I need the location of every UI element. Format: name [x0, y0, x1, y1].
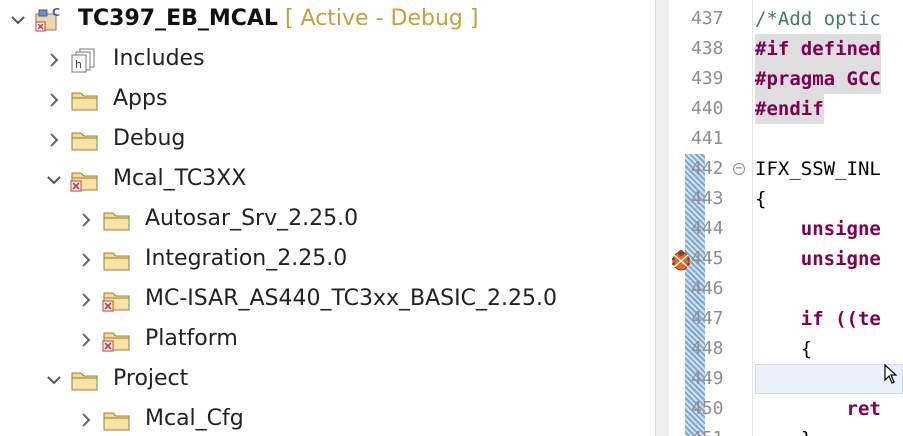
fold-collapse-icon[interactable]: −: [733, 163, 745, 175]
tree-label: Includes: [113, 46, 205, 71]
chevron-right-icon[interactable]: [42, 48, 66, 72]
chevron-right-icon[interactable]: [74, 328, 98, 352]
project-explorer: C TC397_EB_MCAL [ Active - Debug ] h Inc…: [0, 0, 655, 436]
code-text: unsigne: [755, 248, 881, 270]
tree-label: Platform: [145, 326, 238, 351]
folder-icon: [70, 127, 100, 153]
code-text: {: [755, 188, 767, 210]
view-splitter[interactable]: [655, 0, 670, 436]
line-number: 447: [691, 308, 724, 329]
code-text: IFX_SSW_INL: [755, 158, 881, 180]
chevron-down-icon[interactable]: [6, 8, 30, 32]
tree-label: Autosar_Srv_2.25.0: [145, 206, 359, 231]
code-line: 437 /*Add optic: [669, 4, 903, 34]
line-number: 445: [691, 248, 724, 269]
project-build-state: [ Active - Debug ]: [284, 6, 479, 31]
chevron-right-icon[interactable]: [74, 288, 98, 312]
code-line: 442 IFX_SSW_INL: [669, 154, 903, 184]
line-number: 444: [691, 218, 724, 239]
line-number: 446: [691, 278, 724, 299]
code-line: 448 {: [669, 334, 903, 364]
code-text: {: [755, 338, 813, 360]
line-number: 449: [691, 368, 724, 389]
folder-error-icon: [102, 327, 132, 353]
code-text: unsigne: [755, 218, 881, 240]
mouse-pointer-icon: [884, 363, 898, 384]
tree-label: Project: [113, 366, 189, 391]
includes-icon: h: [70, 47, 100, 73]
code-line: 446: [669, 274, 903, 304]
chevron-right-icon[interactable]: [74, 408, 98, 432]
code-line: 447 if ((te: [669, 304, 903, 334]
line-number: 438: [691, 38, 724, 59]
line-number: 443: [691, 188, 724, 209]
folder-icon: [102, 247, 132, 273]
tree-label: Mcal_TC3XX: [113, 166, 247, 191]
chevron-down-icon[interactable]: [42, 368, 66, 392]
svg-text:C: C: [52, 6, 60, 19]
code-line: 450 ret: [669, 394, 903, 424]
folder-error-icon: [70, 167, 100, 193]
breakpoint-marker-icon[interactable]: [669, 247, 691, 273]
code-text: if ((te: [755, 308, 881, 330]
folder-icon: [70, 367, 100, 393]
tree-label: Debug: [113, 126, 186, 151]
c-project-icon: C: [34, 6, 64, 32]
tree-label: Mcal_Cfg: [145, 406, 244, 431]
code-line: 443 {: [669, 184, 903, 214]
code-text: #pragma GCC: [755, 64, 881, 94]
code-line: 439 #pragma GCC: [669, 64, 903, 94]
code-editor[interactable]: 437 /*Add optic 438 #if defined 439 #pra…: [669, 0, 903, 436]
folder-icon: [102, 207, 132, 233]
code-line: 451 }: [669, 424, 903, 436]
line-number: 442: [691, 158, 724, 179]
code-line: 449: [669, 364, 903, 394]
code-text: #endif: [755, 94, 824, 124]
line-number: 439: [691, 68, 724, 89]
code-line: 444 unsigne: [669, 214, 903, 244]
line-number: 441: [691, 128, 724, 149]
code-text: ret: [755, 398, 881, 420]
folder-error-icon: [102, 287, 132, 313]
code-line: 441: [669, 124, 903, 154]
chevron-right-icon[interactable]: [42, 88, 66, 112]
code-text: }: [755, 424, 812, 436]
code-line: 440 #endif: [669, 94, 903, 124]
chevron-right-icon[interactable]: [42, 128, 66, 152]
folder-icon: [102, 407, 132, 433]
line-number: 440: [691, 98, 724, 119]
tree-label: MC-ISAR_AS440_TC3xx_BASIC_2.25.0: [145, 286, 557, 311]
code-line: 438 #if defined: [669, 34, 903, 64]
line-number: 450: [691, 398, 724, 419]
project-name: TC397_EB_MCAL: [78, 6, 278, 31]
line-number: 437: [691, 8, 724, 29]
tree-label: Integration_2.25.0: [145, 246, 348, 271]
tree-label: Apps: [113, 86, 168, 111]
chevron-down-icon[interactable]: [42, 168, 66, 192]
line-number: 448: [691, 338, 724, 359]
code-text: /*Add optic: [755, 8, 881, 30]
code-text: #if defined: [755, 34, 881, 64]
line-number: 451: [691, 424, 731, 436]
project-title: TC397_EB_MCAL [ Active - Debug ]: [78, 6, 478, 31]
chevron-right-icon[interactable]: [74, 208, 98, 232]
chevron-right-icon[interactable]: [74, 248, 98, 272]
folder-icon: [70, 87, 100, 113]
code-line: 445 unsigne: [669, 244, 903, 274]
svg-text:h: h: [75, 58, 82, 71]
